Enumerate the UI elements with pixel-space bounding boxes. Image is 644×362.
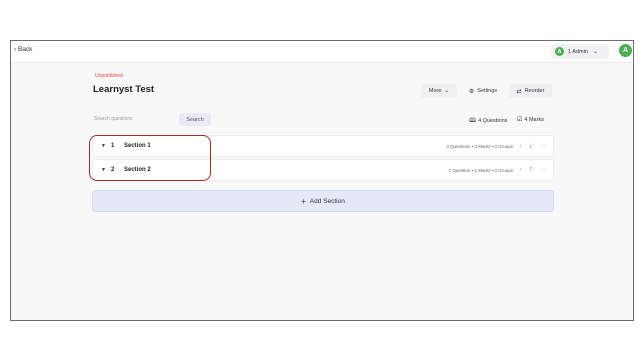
section-row[interactable]: ▼ 2 Section 2 1 Question • 1 Marks • 0 G… [92, 159, 554, 181]
admin-dropdown[interactable]: A 1 Admin ⌄ [551, 44, 609, 59]
ellipsis-icon[interactable]: ··· [542, 143, 548, 149]
plus-icon: + [301, 196, 306, 206]
back-label: Back [17, 46, 33, 53]
arrow-up-icon[interactable]: ⤒ [530, 167, 532, 174]
section-meta: 1 Question • 1 Marks • 0 Groups [448, 167, 513, 173]
section-number: 1 [111, 143, 115, 149]
arrow-down-icon[interactable]: ↓ [519, 143, 522, 149]
admin-label: 1 Admin [568, 48, 588, 55]
section-row[interactable]: ▼ 1 Section 1 3 Questions • 3 Marks • 0 … [92, 135, 554, 157]
questions-count: 4 Questions [478, 118, 508, 124]
section-number: 2 [111, 167, 115, 173]
questions-summary: 🕮 4 Questions [469, 116, 507, 126]
ellipsis-icon[interactable]: ··· [542, 167, 548, 173]
marks-count: 4 Marks [524, 116, 544, 123]
reorder-label: Reorder [524, 88, 545, 94]
top-bar: ‹ Back A 1 Admin ⌄ A [11, 41, 633, 63]
search-button[interactable]: Search [179, 113, 211, 126]
section-name: Section 1 [124, 143, 151, 149]
add-section-label: Add Section [309, 197, 345, 205]
search-input[interactable] [92, 113, 176, 125]
user-avatar[interactable]: A [619, 44, 632, 57]
status-badge: Unpublished [95, 73, 123, 79]
arrow-down-icon[interactable]: ⤓ [530, 143, 532, 150]
page-title: Learnyst Test [93, 84, 155, 95]
more-label: More [428, 88, 442, 94]
reorder-button[interactable]: ⇄ Reorder [509, 84, 552, 98]
chevron-down-icon[interactable]: ▼ [101, 167, 106, 173]
marks-summary: ☑ 4 Marks [517, 116, 544, 124]
back-button[interactable]: ‹ Back [14, 46, 32, 53]
chevron-down-icon: ⌄ [444, 88, 450, 94]
admin-avatar: A [555, 47, 564, 56]
swap-icon: ⇄ [516, 88, 522, 95]
arrow-up-icon[interactable]: ↑ [519, 167, 522, 173]
settings-label: Settings [477, 88, 498, 94]
book-icon: 🕮 [469, 118, 477, 124]
settings-button[interactable]: ⚙ Settings [464, 84, 502, 98]
checkbox-icon: ☑ [517, 117, 523, 123]
chevron-down-icon: ⌄ [592, 49, 598, 55]
gear-icon: ⚙ [468, 88, 475, 95]
chevron-down-icon[interactable]: ▼ [101, 143, 106, 149]
search-label: Search [186, 116, 204, 123]
chevron-left-icon: ‹ [14, 46, 17, 53]
more-button[interactable]: More ⌄ [421, 84, 457, 98]
section-name: Section 2 [124, 167, 151, 173]
add-section-button[interactable]: + Add Section [92, 190, 554, 212]
app-window: ‹ Back A 1 Admin ⌄ A Unpublished Learnys… [10, 40, 634, 321]
section-meta: 3 Questions • 3 Marks • 0 Groups [446, 143, 513, 149]
